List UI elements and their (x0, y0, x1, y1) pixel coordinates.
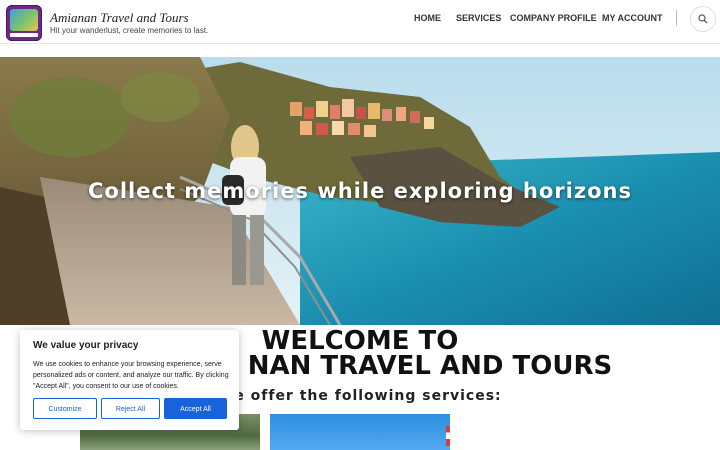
cookie-description: We use cookies to enhance your browsing … (33, 361, 229, 390)
service-card-image-2[interactable] (270, 414, 450, 450)
nav-divider (676, 10, 677, 26)
search-icon (698, 14, 708, 24)
reject-all-button[interactable]: Reject All (101, 398, 160, 419)
customize-button[interactable]: Customize (33, 398, 97, 419)
cookie-consent-banner: We value your privacy We use cookies to … (20, 330, 239, 430)
nav-company-profile[interactable]: COMPANY PROFILE (510, 13, 597, 23)
accept-all-button[interactable]: Accept All (164, 398, 227, 419)
nav-my-account[interactable]: MY ACCOUNT (602, 13, 663, 23)
cookie-title: We value your privacy (33, 340, 139, 351)
flag-icon (446, 426, 450, 446)
site-tagline: Hit your wanderlust, create memories to … (50, 26, 209, 35)
nav-home[interactable]: HOME (414, 13, 441, 23)
site-title[interactable]: Amianan Travel and Tours (50, 10, 189, 26)
search-button[interactable] (690, 6, 716, 32)
hero-banner: Collect memories while exploring horizon… (0, 57, 720, 325)
hero-headline: Collect memories while exploring horizon… (88, 179, 632, 203)
site-logo[interactable] (6, 5, 42, 41)
nav-services[interactable]: SERVICES (456, 13, 501, 23)
site-header: Amianan Travel and Tours Hit your wander… (0, 0, 720, 44)
